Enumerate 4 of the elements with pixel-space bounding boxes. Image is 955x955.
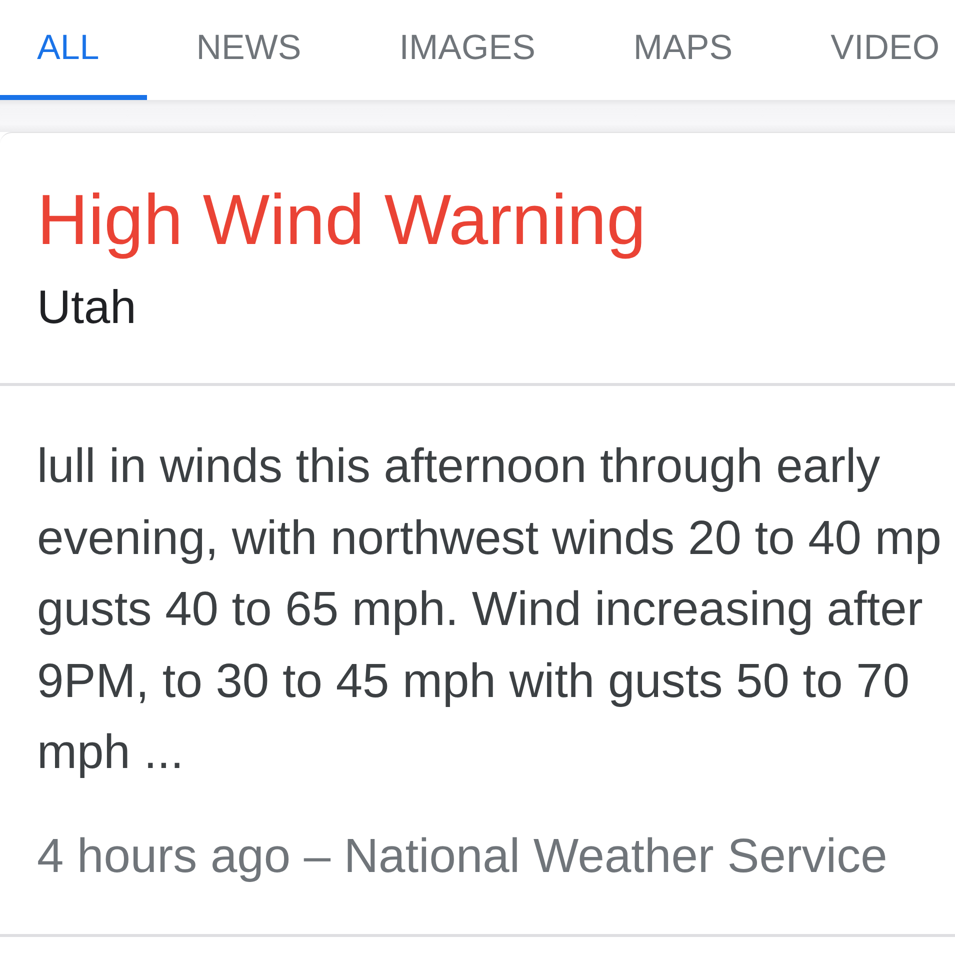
alert-title[interactable]: High Wind Warning — [37, 179, 955, 263]
source-line: 4 hours ago – National Weather Service — [37, 828, 888, 884]
snippet-text: lull in winds this afternoon through early evening, with northwest winds 20 to 40 mp gusts 40 to 65 mph. Wind increasing after 9PM, to 30 to 45 mph with gusts 50 to 70 mph ... — [37, 439, 942, 781]
region-label: Utah — [37, 279, 138, 335]
